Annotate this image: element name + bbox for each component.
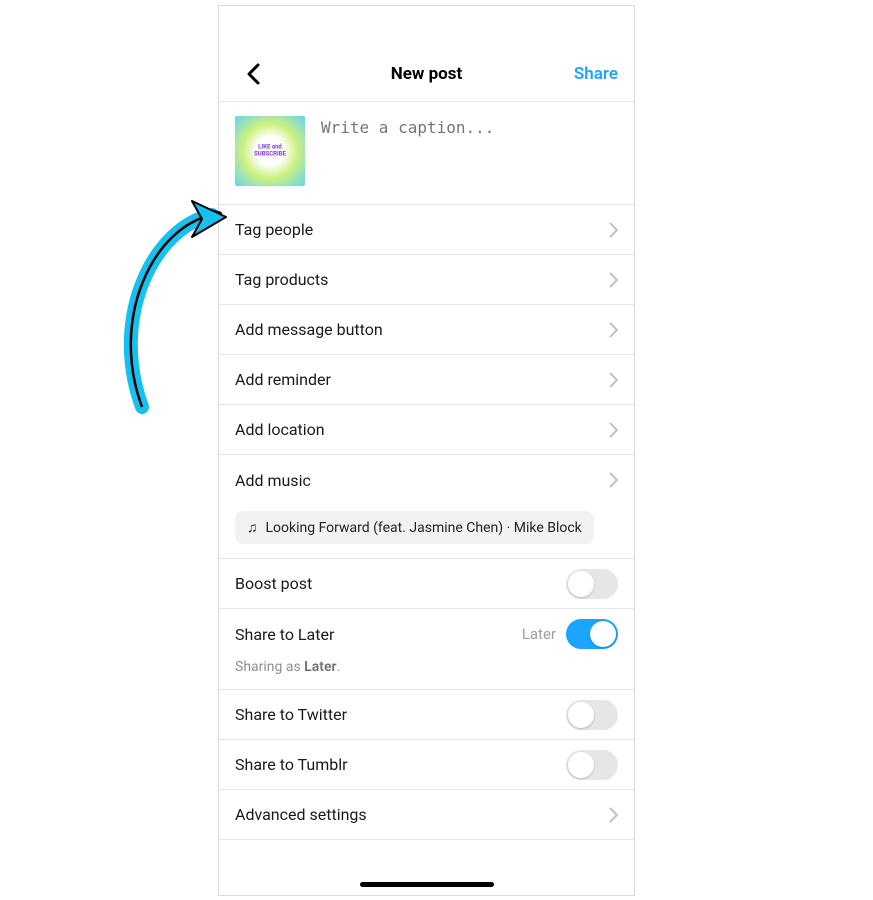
post-thumbnail[interactable]: LIKE and SUBSCRIBE — [235, 116, 305, 186]
chevron-right-icon — [609, 222, 618, 238]
share-to-later-row: Share to Later Later — [219, 609, 634, 659]
tag-people-row[interactable]: Tag people — [219, 205, 634, 255]
status-bar-gap — [219, 6, 634, 46]
thumbnail-text: LIKE and SUBSCRIBE — [253, 144, 288, 157]
music-suggestion-pill[interactable]: ♫ Looking Forward (feat. Jasmine Chen) ·… — [235, 511, 594, 544]
row-label: Add reminder — [235, 370, 331, 389]
row-label: Tag people — [235, 220, 313, 239]
chevron-right-icon — [609, 807, 618, 823]
boost-post-row: Boost post — [219, 559, 634, 609]
add-message-button-row[interactable]: Add message button — [219, 305, 634, 355]
back-button[interactable] — [235, 56, 271, 92]
boost-post-toggle[interactable] — [566, 569, 618, 599]
share-to-tumblr-toggle[interactable] — [566, 750, 618, 780]
row-label: Add location — [235, 420, 325, 439]
header: New post Share — [219, 46, 634, 102]
share-status-suffix: . — [337, 659, 341, 675]
chevron-right-icon — [609, 322, 618, 338]
share-button[interactable]: Share — [574, 64, 618, 84]
share-to-twitter-row: Share to Twitter — [219, 690, 634, 740]
add-reminder-row[interactable]: Add reminder — [219, 355, 634, 405]
chevron-left-icon — [246, 63, 260, 85]
share-list: Boost post Share to Later Later — [219, 559, 634, 659]
row-label: Share to Twitter — [235, 705, 347, 724]
share-status-text: Sharing as Later. — [219, 659, 634, 690]
share-status-target: Later — [304, 659, 336, 675]
row-label: Advanced settings — [235, 805, 367, 824]
page-title: New post — [391, 64, 463, 84]
phone-container: New post Share LIKE and SUBSCRIBE Tag pe… — [218, 5, 635, 896]
tag-products-row[interactable]: Tag products — [219, 255, 634, 305]
row-label: Share to Tumblr — [235, 755, 348, 774]
row-label: Tag products — [235, 270, 328, 289]
external-share-list: Share to Twitter Share to Tumblr Advance… — [219, 690, 634, 840]
music-note-icon: ♫ — [247, 519, 258, 536]
caption-row: LIKE and SUBSCRIBE — [219, 102, 634, 205]
add-music-row[interactable]: Add music — [219, 455, 634, 505]
add-location-row[interactable]: Add location — [219, 405, 634, 455]
chevron-right-icon — [609, 422, 618, 438]
chevron-right-icon — [609, 372, 618, 388]
row-label: Share to Later — [235, 625, 334, 644]
chevron-right-icon — [609, 272, 618, 288]
share-to-later-toggle[interactable] — [566, 619, 618, 649]
home-indicator — [360, 882, 494, 887]
share-status-prefix: Sharing as — [235, 659, 304, 675]
music-pill-wrap: ♫ Looking Forward (feat. Jasmine Chen) ·… — [219, 505, 634, 559]
chevron-right-icon — [609, 472, 618, 488]
options-list: Tag people Tag products Add message butt… — [219, 205, 634, 505]
music-track-label: Looking Forward (feat. Jasmine Chen) · M… — [266, 520, 582, 536]
row-label: Add message button — [235, 320, 383, 339]
row-label: Boost post — [235, 574, 312, 593]
share-to-tumblr-row: Share to Tumblr — [219, 740, 634, 790]
caption-input[interactable] — [321, 116, 618, 186]
row-label: Add music — [235, 471, 311, 490]
share-to-later-sublabel: Later — [522, 625, 556, 643]
advanced-settings-row[interactable]: Advanced settings — [219, 790, 634, 840]
share-to-twitter-toggle[interactable] — [566, 700, 618, 730]
